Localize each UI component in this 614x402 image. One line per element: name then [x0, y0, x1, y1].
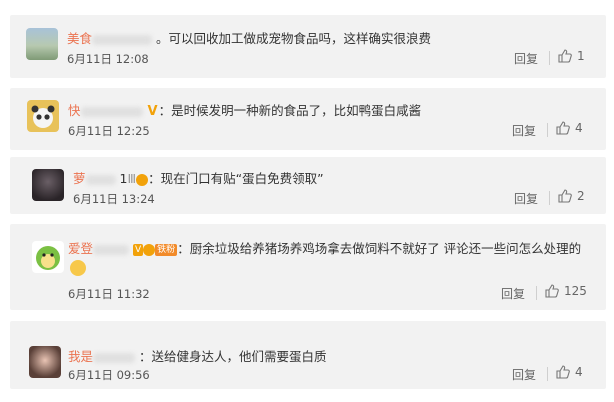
- username[interactable]: 萝: [73, 171, 86, 186]
- reply-button[interactable]: 回复: [514, 50, 538, 67]
- comment-text: 是时候发明一种新的食品了，比如鸭蛋白咸酱: [171, 103, 422, 118]
- comment-text: 厨余垃圾给养猪场养鸡场拿去做饲料不就好了 评论还一些问怎么处理的: [189, 241, 582, 256]
- reply-button[interactable]: 回复: [512, 366, 536, 383]
- avatar[interactable]: [32, 241, 64, 273]
- comment-card: 美食 。可以回收加工做成宠物食品吗，这样确实很浪费 6月11日 12:08 回复…: [10, 15, 606, 78]
- divider: [549, 51, 550, 65]
- reply-button[interactable]: 回复: [501, 285, 525, 302]
- username[interactable]: 美食: [67, 31, 92, 46]
- like-count: 125: [564, 284, 587, 298]
- like-button[interactable]: 2: [558, 189, 585, 203]
- verified-v-badge: V: [147, 104, 158, 119]
- divider: [547, 123, 548, 137]
- thumbs-up-icon: [558, 49, 572, 63]
- like-button[interactable]: 1: [558, 49, 585, 63]
- comment-time: 6月11日 11:32: [68, 287, 150, 301]
- comment-text: 送给健身达人，他们需要蛋白质: [151, 349, 327, 364]
- blurred-username: [93, 352, 136, 363]
- avatar[interactable]: [26, 28, 58, 60]
- username[interactable]: 快: [68, 103, 81, 118]
- username[interactable]: 爱登: [68, 241, 93, 256]
- like-button[interactable]: 4: [556, 365, 583, 379]
- comment-time: 6月11日 12:08: [67, 52, 149, 66]
- avatar[interactable]: [32, 169, 64, 201]
- fan-circle-badge: [143, 243, 156, 256]
- comment-card: 我是 ：送给健身达人，他们需要蛋白质 6月11日 09:56 回复 4: [10, 321, 606, 389]
- like-button[interactable]: 4: [556, 121, 583, 135]
- blurred-username: [92, 34, 153, 45]
- comment-card: 爱登 V 铁粉 ：厨余垃圾给养猪场养鸡场拿去做饲料不就好了 评论还一些问怎么处理的 …: [10, 224, 606, 310]
- divider: [547, 367, 548, 381]
- username[interactable]: 我是: [68, 349, 93, 364]
- like-count: 2: [577, 189, 585, 203]
- comment-card: 快 V：是时候发明一种新的食品了，比如鸭蛋白咸酱 6月11日 12:25 回复 …: [10, 88, 606, 150]
- comment-text: 。可以回收加工做成宠物食品吗，这样确实很浪费: [156, 31, 432, 46]
- comment-time: 6月11日 13:24: [73, 192, 155, 206]
- verified-v-badge: V: [133, 243, 144, 256]
- avatar[interactable]: [29, 346, 61, 378]
- divider: [536, 286, 537, 300]
- thumbs-up-icon: [545, 284, 559, 298]
- reply-button[interactable]: 回复: [514, 190, 538, 207]
- thumbs-up-icon: [556, 365, 570, 379]
- blurred-username: [80, 106, 143, 117]
- cartoon-avatar-icon: [36, 246, 60, 270]
- fan-circle-badge: [136, 173, 149, 186]
- thumbs-up-icon: [556, 121, 570, 135]
- blurred-username: [93, 244, 130, 255]
- like-count: 1: [577, 49, 585, 63]
- like-button[interactable]: 125: [545, 284, 587, 298]
- comment-text: 现在门口有贴“蛋白免费领取”: [160, 171, 324, 186]
- like-count: 4: [575, 121, 583, 135]
- comment-time: 6月11日 12:25: [68, 124, 150, 138]
- iron-fan-badge: 铁粉: [155, 243, 178, 256]
- panda-avatar-icon: [31, 105, 55, 128]
- like-count: 4: [575, 365, 583, 379]
- blurred-username: [85, 174, 116, 185]
- avatar[interactable]: [27, 100, 59, 132]
- divider: [549, 191, 550, 205]
- thumbs-up-icon: [558, 189, 572, 203]
- comment-card: 萝 1Ⅲ ：现在门口有贴“蛋白免费领取” 6月11日 13:24 回复 2: [10, 157, 606, 214]
- sweat-smile-emoji: [70, 260, 86, 276]
- reply-button[interactable]: 回复: [512, 122, 536, 139]
- comment-time: 6月11日 09:56: [68, 368, 150, 382]
